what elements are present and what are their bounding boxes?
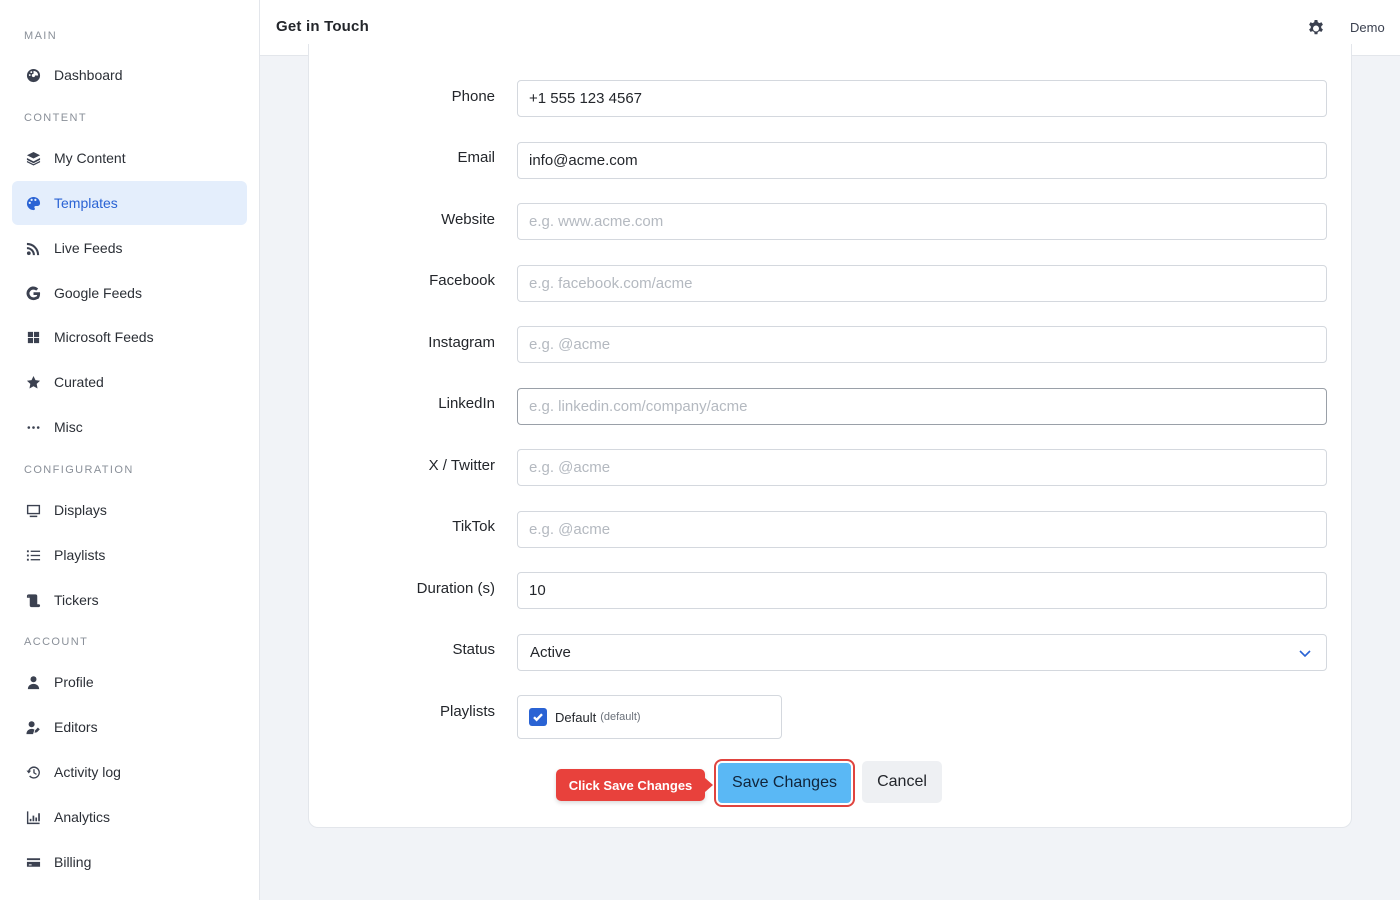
layers-icon — [25, 150, 41, 166]
cancel-button[interactable]: Cancel — [862, 761, 942, 803]
section-title-main: MAIN — [24, 30, 58, 42]
check-icon — [533, 713, 543, 722]
page-title: Get in Touch — [276, 18, 369, 35]
linkedin-input[interactable] — [517, 388, 1327, 425]
email-input[interactable] — [517, 142, 1327, 179]
sidebar-item-label: Profile — [54, 674, 94, 690]
sidebar-item-playlists[interactable]: Playlists — [12, 533, 247, 577]
sidebar-item-label: My Content — [54, 150, 126, 166]
history-icon — [25, 764, 41, 780]
facebook-input[interactable] — [517, 265, 1327, 302]
hint-tooltip: Click Save Changes — [556, 769, 713, 801]
sidebar-item-label: Billing — [54, 854, 92, 870]
duration-input[interactable] — [517, 572, 1327, 609]
phone-input[interactable] — [517, 80, 1327, 117]
scroll-icon — [25, 592, 41, 608]
sidebar-item-label: Google Feeds — [54, 285, 142, 301]
sidebar-item-billing[interactable]: Billing — [12, 840, 247, 884]
chart-line-icon — [25, 809, 41, 825]
google-icon — [25, 285, 41, 301]
sidebar-item-dashboard[interactable]: Dashboard — [12, 53, 247, 97]
section-title-content: CONTENT — [24, 112, 87, 124]
twitter-label: X / Twitter — [428, 457, 495, 474]
sidebar-item-profile[interactable]: Profile — [12, 660, 247, 704]
sidebar-item-live-feeds[interactable]: Live Feeds — [12, 226, 247, 270]
sidebar-item-my-content[interactable]: My Content — [12, 136, 247, 180]
status-value: Active — [530, 644, 571, 661]
gear-icon[interactable] — [1306, 18, 1326, 38]
sidebar-item-activity-log[interactable]: Activity log — [12, 750, 247, 794]
sidebar-item-label: Activity log — [54, 764, 121, 780]
linkedin-label: LinkedIn — [438, 395, 495, 412]
instagram-input[interactable] — [517, 326, 1327, 363]
save-changes-button[interactable]: Save Changes — [716, 761, 853, 805]
sidebar-item-google-feeds[interactable]: Google Feeds — [12, 271, 247, 315]
sidebar-item-label: Curated — [54, 374, 104, 390]
sidebar-item-curated[interactable]: Curated — [12, 360, 247, 404]
user-edit-icon — [25, 719, 41, 735]
tiktok-label: TikTok — [452, 518, 495, 535]
sidebar-item-label: Templates — [54, 195, 118, 211]
tiktok-input[interactable] — [517, 511, 1327, 548]
status-select[interactable]: Active — [517, 634, 1327, 671]
twitter-input[interactable] — [517, 449, 1327, 486]
sidebar-item-label: Analytics — [54, 809, 111, 825]
list-icon — [25, 547, 41, 563]
website-label: Website — [441, 211, 495, 228]
sidebar-item-editors[interactable]: Editors — [12, 705, 247, 749]
chevron-down-icon — [1298, 646, 1312, 660]
website-input[interactable] — [517, 203, 1327, 240]
playlist-default-checkbox[interactable] — [529, 708, 547, 726]
sidebar-item-label: Misc — [54, 419, 83, 435]
sidebar-item-misc[interactable]: Misc — [12, 405, 247, 449]
section-title-configuration: CONFIGURATION — [24, 464, 134, 476]
playlists-label: Playlists — [439, 703, 495, 720]
section-title-account: ACCOUNT — [24, 636, 89, 648]
sidebar-item-label: Dashboard — [54, 67, 123, 83]
sidebar-item-displays[interactable]: Displays — [12, 488, 247, 532]
sidebar-item-tickers[interactable]: Tickers — [12, 578, 247, 622]
star-icon — [25, 374, 41, 390]
instagram-label: Instagram — [428, 334, 495, 351]
facebook-label: Facebook — [429, 272, 495, 289]
playlist-name: Default — [555, 709, 597, 725]
sidebar-item-label: Displays — [54, 502, 107, 518]
sidebar-item-microsoft-feeds[interactable]: Microsoft Feeds — [12, 315, 247, 359]
ellipsis-icon — [25, 419, 41, 435]
rss-icon — [25, 240, 41, 256]
palette-icon — [25, 195, 41, 211]
sidebar-item-label: Live Feeds — [54, 240, 123, 256]
sidebar: MAIN Dashboard CONTENT My Content Templa… — [0, 0, 260, 900]
windows-icon — [25, 329, 41, 345]
sidebar-item-label: Editors — [54, 719, 98, 735]
sidebar-item-label: Playlists — [54, 547, 106, 563]
monitor-icon — [25, 502, 41, 518]
playlists-box: Default (default) — [517, 695, 782, 739]
dashboard-icon — [25, 67, 41, 83]
user-icon — [25, 674, 41, 690]
sidebar-item-label: Tickers — [54, 592, 99, 608]
email-label: Email — [457, 149, 495, 166]
playlist-default-tag: (default) — [600, 711, 641, 723]
sidebar-item-templates[interactable]: Templates — [12, 181, 247, 225]
status-label: Status — [452, 641, 495, 658]
credit-card-icon — [25, 854, 41, 870]
phone-label: Phone — [451, 88, 495, 105]
user-menu[interactable]: Demo — [1350, 20, 1385, 35]
sidebar-item-analytics[interactable]: Analytics — [12, 795, 247, 839]
sidebar-item-label: Microsoft Feeds — [54, 329, 154, 345]
duration-label: Duration (s) — [416, 580, 495, 597]
